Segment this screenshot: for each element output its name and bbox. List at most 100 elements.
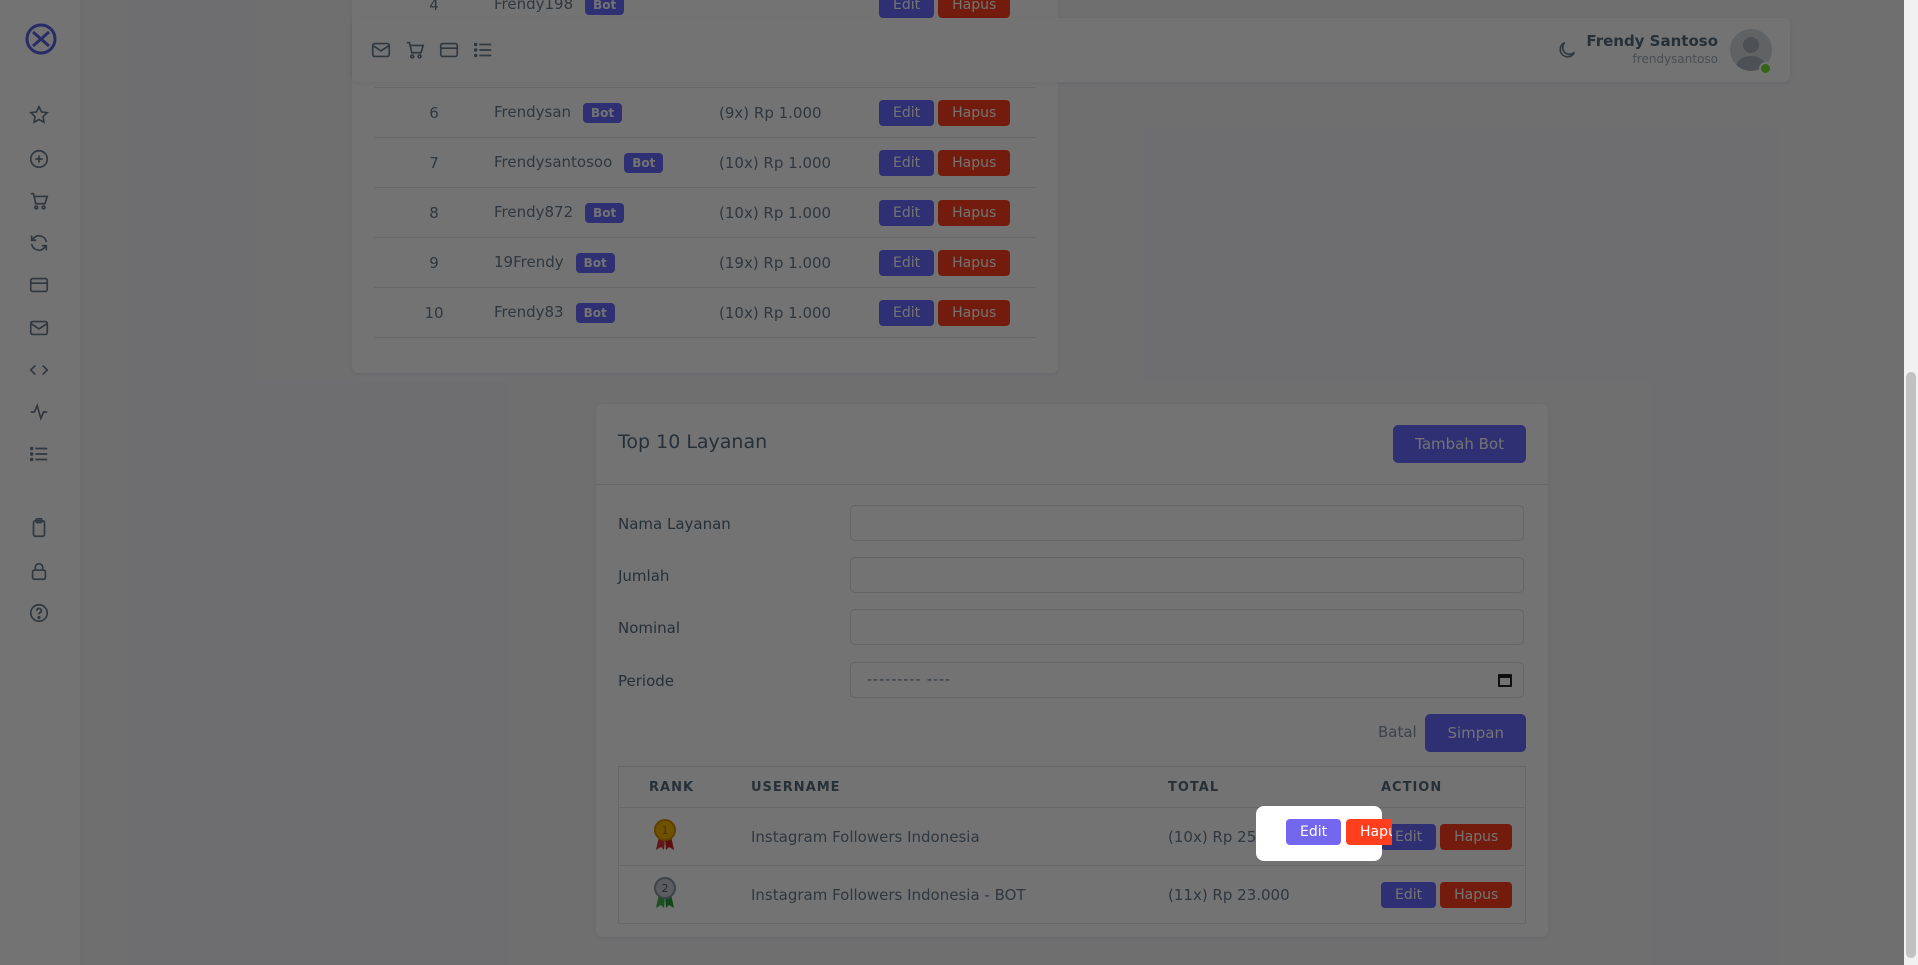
- activity-icon[interactable]: [28, 401, 52, 425]
- rank-number: 2: [662, 882, 669, 895]
- scrollbar-thumb[interactable]: [1906, 372, 1916, 958]
- edit-button[interactable]: Edit: [879, 299, 935, 326]
- delete-button[interactable]: Hapus: [1440, 823, 1513, 850]
- col-action: ACTION: [1380, 766, 1526, 808]
- add-circle-icon[interactable]: [28, 148, 52, 172]
- delete-button[interactable]: Hapus: [938, 199, 1011, 226]
- quantity-input[interactable]: [850, 557, 1524, 593]
- star-icon[interactable]: [28, 104, 52, 128]
- total-cell: (9x) Rp 1.000: [719, 87, 879, 138]
- action-cell: EditHapus: [1380, 865, 1526, 924]
- user-name: Frendy Santoso: [1586, 32, 1718, 50]
- lock-icon[interactable]: [28, 560, 52, 584]
- username-cell: Frendysantosoo Bot: [494, 137, 719, 188]
- table-row: 9 19Frendy Bot (19x) Rp 1.000 Edit Hapus: [374, 237, 1036, 288]
- table-row: 6 Frendysan Bot (9x) Rp 1.000 Edit Hapus: [374, 87, 1036, 138]
- bot-badge: Bot: [583, 102, 623, 123]
- username-text: Frendysan: [494, 102, 572, 121]
- table-header-row: RANK USERNAME TOTAL ACTION: [618, 766, 1526, 808]
- services-table: RANK USERNAME TOTAL ACTION 1 Instagram F…: [618, 766, 1526, 924]
- sidebar: [0, 0, 80, 965]
- user-handle: frendysantoso: [1632, 52, 1718, 66]
- rank-cell: 9: [374, 237, 494, 288]
- edit-button[interactable]: Edit: [879, 0, 935, 18]
- mail-icon[interactable]: [370, 39, 392, 61]
- edit-button[interactable]: Edit: [879, 199, 935, 226]
- total-cell: (19x) Rp 1.000: [719, 237, 879, 288]
- list-icon[interactable]: [472, 39, 494, 61]
- period-placeholder: --------- ----: [867, 672, 952, 688]
- cart-icon[interactable]: [28, 190, 52, 214]
- table-row: 8 Frendy872 Bot (10x) Rp 1.000 Edit Hapus: [374, 187, 1036, 238]
- edit-button[interactable]: Edit: [1381, 881, 1437, 908]
- nominal-input[interactable]: [850, 609, 1524, 645]
- total-cell: (10x) Rp 1.000: [719, 137, 879, 188]
- action-cell: EditHapus: [879, 187, 1036, 238]
- help-icon[interactable]: [28, 602, 52, 626]
- rank-cell: 8: [374, 187, 494, 238]
- clipboard-icon[interactable]: [28, 517, 52, 541]
- period-label: Periode: [618, 672, 675, 690]
- delete-button[interactable]: Hapus: [938, 99, 1011, 126]
- username-text: Frendy198: [494, 0, 574, 13]
- bot-badge: Bot: [585, 0, 625, 15]
- add-bot-button[interactable]: Tambah Bot: [1393, 425, 1526, 463]
- action-cell: EditHapus: [879, 237, 1036, 288]
- refresh-icon[interactable]: [28, 232, 52, 256]
- highlighted-delete-button-partial[interactable]: Hapus: [1346, 819, 1392, 845]
- service-username: Instagram Followers Indonesia - BOT: [750, 865, 1167, 924]
- nominal-label: Nominal: [618, 619, 681, 637]
- gold-medal-icon: 1: [654, 818, 676, 850]
- username-cell: 19Frendy Bot: [494, 237, 719, 288]
- period-date-input[interactable]: --------- ----: [850, 662, 1524, 698]
- edit-button[interactable]: Edit: [879, 149, 935, 176]
- action-cell: EditHapus: [879, 287, 1036, 338]
- bot-badge: Bot: [575, 302, 615, 323]
- top-navbar: Frendy Santoso frendysantoso: [352, 18, 1790, 82]
- table-row: 10 Frendy83 Bot (10x) Rp 1.000 Edit Hapus: [374, 287, 1036, 338]
- cancel-button[interactable]: Batal: [1372, 722, 1423, 742]
- main-content: 4Frendy198Bot(100x) RpEditHapus10.000Edi…: [80, 0, 1918, 965]
- delete-button[interactable]: Hapus: [938, 149, 1011, 176]
- col-username: USERNAME: [750, 766, 1167, 808]
- rank-cell: 7: [374, 137, 494, 188]
- card-title: Top 10 Layanan: [618, 431, 768, 453]
- highlighted-edit-button[interactable]: Edit: [1286, 819, 1342, 845]
- edit-button[interactable]: Edit: [879, 99, 935, 126]
- delete-button[interactable]: Hapus: [938, 299, 1011, 326]
- top-services-card: Top 10 Layanan Tambah Bot Nama Layanan J…: [596, 404, 1548, 937]
- save-button[interactable]: Simpan: [1425, 714, 1526, 752]
- service-name-input[interactable]: [850, 505, 1524, 541]
- moon-icon[interactable]: [1556, 39, 1578, 61]
- username-text: Frendy872: [494, 202, 574, 221]
- cart-icon[interactable]: [404, 39, 426, 61]
- total-cell: (10x) Rp 1.000: [719, 287, 879, 338]
- mail-icon[interactable]: [28, 317, 52, 341]
- table-row: 7 Frendysantosoo Bot (10x) Rp 1.000 Edit Hapu…: [374, 137, 1036, 188]
- delete-button[interactable]: Hapus: [938, 249, 1011, 276]
- credit-card-icon[interactable]: [438, 39, 460, 61]
- delete-button[interactable]: Hapus: [1440, 881, 1513, 908]
- divider: [596, 484, 1548, 485]
- silver-medal-icon: 2: [654, 876, 676, 908]
- online-status-dot: [1759, 62, 1772, 75]
- delete-button[interactable]: Hapus: [938, 0, 1011, 18]
- page-scrollbar[interactable]: [1904, 0, 1918, 965]
- credit-card-icon[interactable]: [28, 274, 52, 298]
- bot-badge: Bot: [575, 252, 615, 273]
- rank-medal-silver: 2: [618, 865, 750, 924]
- service-username: Instagram Followers Indonesia: [750, 807, 1167, 866]
- bot-badge: Bot: [624, 152, 664, 173]
- edit-button[interactable]: Edit: [879, 249, 935, 276]
- col-rank: RANK: [618, 766, 750, 808]
- code-icon[interactable]: [28, 359, 52, 383]
- action-cell: EditHapus: [879, 87, 1036, 138]
- quantity-label: Jumlah: [618, 567, 670, 585]
- username-cell: Frendy872 Bot: [494, 187, 719, 238]
- col-total: TOTAL: [1167, 766, 1380, 808]
- rank-cell: 10: [374, 287, 494, 338]
- brand-logo[interactable]: [24, 22, 58, 56]
- rank-number: 1: [662, 824, 669, 837]
- list-icon[interactable]: [28, 443, 52, 467]
- calendar-icon[interactable]: [1497, 672, 1513, 688]
